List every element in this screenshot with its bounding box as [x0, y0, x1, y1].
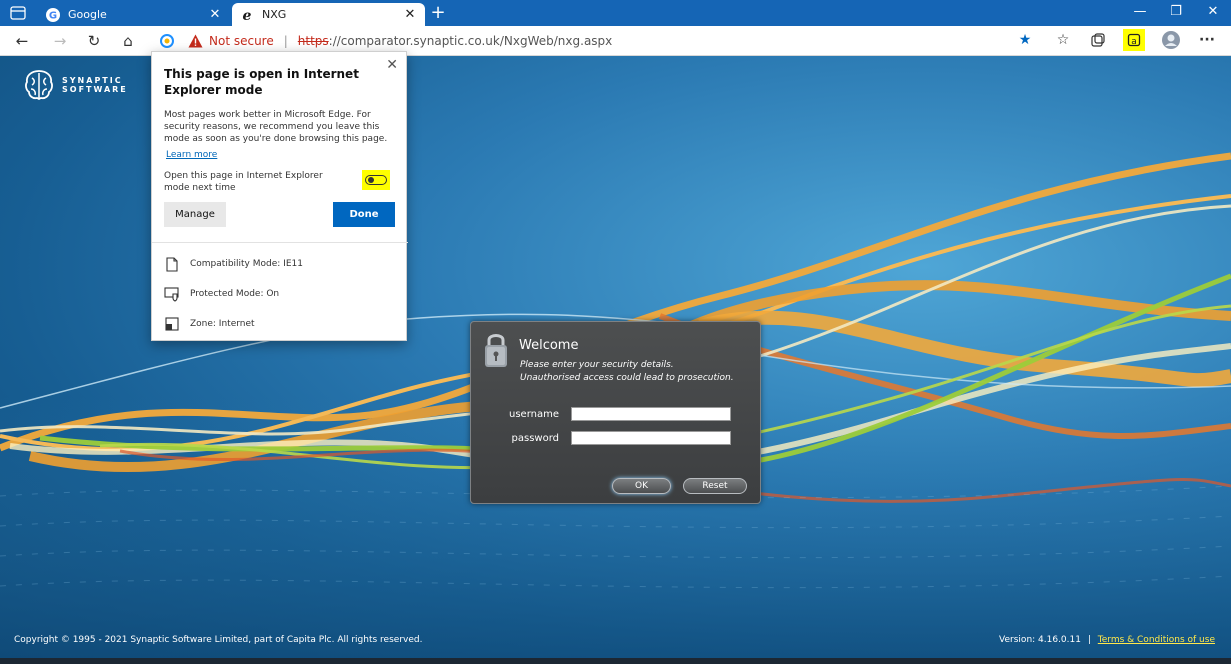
refresh-icon[interactable]: ↻	[82, 30, 106, 52]
zone-row: Zone: Internet	[164, 316, 255, 332]
synaptic-logo: SYNAPTIC SOFTWARE	[22, 68, 128, 102]
tab-actions-icon[interactable]	[8, 4, 28, 22]
svg-text:e: e	[243, 8, 252, 22]
document-icon	[164, 256, 180, 272]
terms-link[interactable]: Terms & Conditions of use	[1098, 635, 1215, 645]
tab-nxg[interactable]: e NXG ✕	[232, 3, 425, 26]
shield-window-icon	[164, 286, 180, 302]
login-title: Welcome	[519, 338, 579, 353]
restore-icon[interactable]: ❐	[1160, 0, 1192, 26]
login-dialog: Welcome Please enter your security detai…	[470, 321, 761, 504]
login-instruction: Please enter your security details.	[520, 360, 674, 370]
copyright-text: Copyright © 1995 - 2021 Synaptic Softwar…	[14, 635, 423, 645]
popup-body: Most pages work better in Microsoft Edge…	[164, 110, 388, 144]
google-icon: G	[46, 7, 60, 22]
url-text: ://comparator.synaptic.co.uk/NxgWeb/nxg.…	[328, 34, 613, 48]
password-label: password	[511, 433, 559, 444]
extension-icon[interactable]: a	[1123, 29, 1145, 51]
zone-text: Zone: Internet	[190, 319, 255, 329]
username-input[interactable]	[571, 407, 731, 421]
brain-icon	[25, 70, 53, 101]
svg-text:G: G	[49, 10, 57, 21]
ie-mode-icon[interactable]	[160, 34, 174, 48]
footer-separator: |	[1087, 635, 1091, 645]
brand-line2: SOFTWARE	[62, 85, 128, 94]
internet-explorer-icon: e	[240, 8, 254, 22]
padlock-icon	[483, 330, 509, 373]
divider	[152, 242, 408, 243]
username-label: username	[509, 409, 559, 420]
bottom-strip	[0, 658, 1231, 664]
protected-mode-row: Protected Mode: On	[164, 286, 279, 302]
tab-title: Google	[68, 8, 107, 21]
ok-button[interactable]: OK	[612, 478, 671, 494]
manage-button[interactable]: Manage	[164, 202, 226, 227]
ie-mode-popup: ✕ This page is open in Internet Explorer…	[151, 51, 408, 341]
done-button[interactable]: Done	[333, 202, 395, 227]
favorite-star-icon[interactable]: ★	[1014, 29, 1036, 51]
toggle-knob	[368, 177, 374, 183]
address-separator: |	[283, 34, 288, 48]
popup-title: This page is open in Internet Explorer m…	[164, 67, 359, 97]
warning-icon	[188, 34, 203, 48]
svg-text:a: a	[1131, 37, 1137, 47]
title-bar: G Google ✕ e NXG ✕ + — ❐ ✕	[0, 0, 1231, 26]
protected-mode-text: Protected Mode: On	[190, 289, 280, 299]
login-warning: Unauthorised access could lead to prosec…	[520, 373, 734, 383]
brand-line1: SYNAPTIC	[62, 76, 123, 85]
footer-version: Version: 4.16.0.11 | Terms & Conditions …	[999, 635, 1215, 645]
favorites-icon[interactable]: ☆	[1052, 29, 1074, 51]
tab-title: NXG	[262, 8, 287, 21]
close-window-icon[interactable]: ✕	[1197, 0, 1229, 26]
compat-mode-row: Compatibility Mode: IE11	[164, 256, 303, 272]
home-icon[interactable]: ⌂	[116, 30, 140, 52]
open-next-time-label: Open this page in Internet Explorer mode…	[164, 171, 323, 193]
collections-icon[interactable]	[1087, 29, 1109, 51]
learn-more-link[interactable]: Learn more	[166, 150, 217, 160]
reset-button[interactable]: Reset	[683, 478, 747, 494]
tab-google[interactable]: G Google ✕	[38, 3, 230, 26]
new-tab-button[interactable]: +	[428, 2, 448, 24]
minimize-icon[interactable]: —	[1124, 0, 1156, 26]
back-icon[interactable]: ←	[10, 30, 34, 52]
url-scheme: https	[297, 34, 329, 48]
password-input[interactable]	[571, 431, 731, 445]
zone-icon	[164, 316, 180, 332]
compat-mode-text: Compatibility Mode: IE11	[190, 259, 303, 269]
close-icon[interactable]: ✕	[386, 57, 398, 73]
forward-icon[interactable]: →	[48, 30, 72, 52]
version-text: Version: 4.16.0.11	[999, 635, 1081, 645]
profile-avatar-icon[interactable]	[1160, 29, 1182, 51]
more-menu-icon[interactable]: ···	[1196, 29, 1218, 51]
address-bar[interactable]: Not secure | https ://comparator.synapti…	[160, 30, 1030, 52]
close-tab-icon[interactable]: ✕	[403, 7, 417, 22]
ie-mode-toggle[interactable]	[365, 175, 387, 185]
close-tab-icon[interactable]: ✕	[208, 7, 222, 22]
not-secure-label[interactable]: Not secure	[209, 34, 274, 48]
